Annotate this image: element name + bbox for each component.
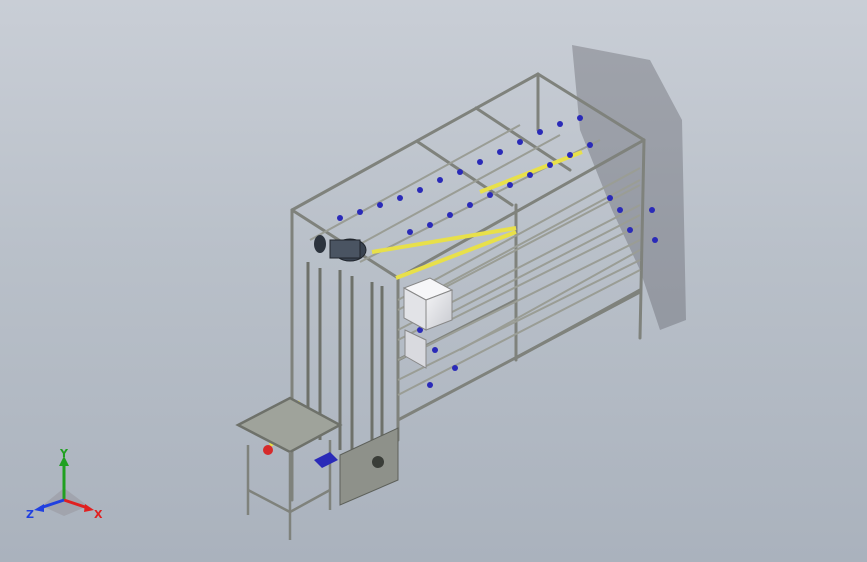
z-arrow-icon [34, 504, 44, 512]
z-axis-label: Z [26, 508, 34, 521]
base-cabinet [339, 427, 399, 506]
x-arrow-icon [84, 504, 94, 512]
y-axis-label: Y [59, 448, 69, 460]
shelf-rails [309, 124, 641, 396]
infeed-conveyor [235, 396, 343, 540]
blue-component [314, 452, 338, 468]
red-component [263, 445, 273, 455]
model-shadow [572, 45, 686, 330]
cad-viewport[interactable]: Y X Z [0, 0, 867, 562]
machine-model[interactable] [0, 0, 867, 562]
coordinate-triad: Y X Z [26, 448, 103, 521]
x-axis-label: X [94, 508, 103, 521]
motor [314, 235, 367, 262]
